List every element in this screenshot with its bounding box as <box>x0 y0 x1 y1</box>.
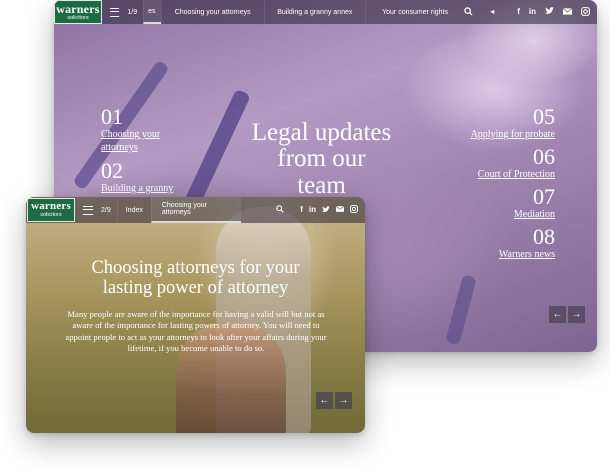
contents-item-05[interactable]: 05 Applying for probate <box>415 106 555 141</box>
contents-link[interactable]: Choosing your <box>101 128 211 141</box>
search-icon[interactable] <box>464 6 473 18</box>
contents-link[interactable]: Court of Protection <box>415 168 555 181</box>
sound-icon[interactable]: ◂ <box>490 8 494 16</box>
prev-arrow-icon[interactable]: ← <box>549 306 566 323</box>
nav-icons: f in <box>276 205 365 215</box>
linkedin-icon[interactable]: in <box>529 8 536 16</box>
tab-choosing-your-attorneys[interactable]: Choosing your attorneys <box>160 0 264 24</box>
facebook-icon[interactable]: f <box>300 206 303 214</box>
contents-link[interactable]: Warners news <box>415 248 555 261</box>
slide-body-text: Many people are aware of the importance … <box>65 309 327 354</box>
email-icon[interactable] <box>562 7 573 17</box>
left-contents-list: 01 Choosing your attorneys 02 Building a… <box>101 106 211 195</box>
prev-arrow-icon[interactable]: ← <box>316 392 333 409</box>
contents-item-02[interactable]: 02 Building a granny <box>101 160 211 195</box>
tab-index[interactable]: Index <box>116 197 151 223</box>
menu-icon[interactable] <box>109 7 120 17</box>
instagram-icon[interactable] <box>581 6 590 18</box>
tab-index[interactable]: es <box>143 0 161 24</box>
instagram-icon[interactable] <box>350 205 358 215</box>
tab-your-consumer-rights[interactable]: Your consumer rights <box>364 0 464 24</box>
tab-building-a-granny-annex[interactable]: Building a granny annex <box>263 0 365 24</box>
tab-choosing-your-attorneys[interactable]: Choosing your attorneys <box>150 197 241 223</box>
facebook-icon[interactable]: f <box>517 8 520 16</box>
contents-link[interactable]: Applying for probate <box>415 128 555 141</box>
page-counter: 2/9 <box>101 206 111 214</box>
slide-arrows: ← → <box>549 306 585 323</box>
contents-item-06[interactable]: 06 Court of Protection <box>415 146 555 181</box>
top-navigation-bar: warners solicitors 1/9 es Choosing your … <box>54 0 597 24</box>
warners-logo[interactable]: warners solicitors <box>54 0 102 24</box>
top-navigation-bar: warners solicitors 2/9 Index Choosing yo… <box>26 197 365 223</box>
contents-link[interactable]: attorneys <box>101 141 211 154</box>
email-icon[interactable] <box>335 205 345 214</box>
page-title: Legal updates from our team <box>251 119 392 199</box>
contents-item-01[interactable]: 01 Choosing your attorneys <box>101 106 211 154</box>
contents-item-07[interactable]: 07 Mediation <box>415 186 555 221</box>
front-slide-screen: warners solicitors 2/9 Index Choosing yo… <box>26 197 365 433</box>
nav-icons: ◂ f in <box>464 6 597 18</box>
menu-icon[interactable] <box>83 205 93 215</box>
contents-link[interactable]: Building a granny <box>101 182 211 195</box>
slide-title: Choosing attorneys for your lasting powe… <box>91 258 300 298</box>
next-arrow-icon[interactable]: → <box>568 306 585 323</box>
twitter-icon[interactable] <box>545 7 554 17</box>
warners-logo[interactable]: warners solicitors <box>27 198 75 222</box>
slide-arrows: ← → <box>316 392 352 409</box>
next-arrow-icon[interactable]: → <box>335 392 352 409</box>
linkedin-icon[interactable]: in <box>309 206 316 214</box>
page-counter: 1/9 <box>127 8 138 16</box>
twitter-icon[interactable] <box>322 205 330 215</box>
search-icon[interactable] <box>276 205 284 215</box>
contents-link[interactable]: Mediation <box>415 208 555 221</box>
contents-item-08[interactable]: 08 Warners news <box>415 226 555 261</box>
right-contents-list: 05 Applying for probate 06 Court of Prot… <box>415 106 555 261</box>
